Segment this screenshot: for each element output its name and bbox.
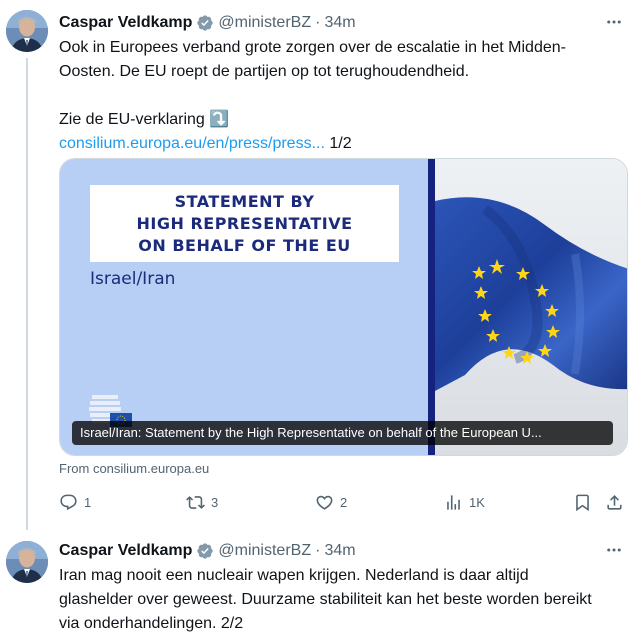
timestamp[interactable]: 34m — [324, 14, 355, 32]
reply-button[interactable]: 1 — [59, 493, 91, 512]
statement-title-box: STATEMENT BY HIGH REPRESENTATIVE ON BEHA… — [90, 185, 399, 262]
reply-icon — [59, 493, 78, 512]
press-link[interactable]: consilium.europa.eu/en/press/press... — [59, 135, 325, 152]
author-name[interactable]: Caspar Veldkamp — [59, 14, 192, 32]
views-chart-icon — [444, 493, 463, 512]
statement-subject: Israel/Iran — [90, 269, 176, 289]
heart-icon — [315, 493, 334, 512]
link-line: consilium.europa.eu/en/press/press... 1/… — [59, 132, 625, 156]
tweet-text-line: glashelder over geweest. Duurzame stabil… — [59, 591, 592, 608]
eu-flag-image — [435, 159, 627, 455]
author-handle[interactable]: @ministerBZ — [218, 542, 311, 560]
tweet-text-line: Iran mag nooit een nucleair wapen krijge… — [59, 567, 529, 584]
verified-badge-icon — [196, 14, 214, 32]
tweet-text: Iran mag nooit een nucleair wapen krijge… — [59, 564, 625, 636]
more-options-icon[interactable] — [604, 12, 624, 32]
tweet-text-line: Ook in Europees verband grote zorgen ove… — [59, 39, 566, 56]
more-options-icon[interactable] — [604, 540, 624, 560]
bookmark-button[interactable] — [573, 493, 592, 512]
cta-line: Zie de EU-verklaring ⤵️ — [59, 108, 625, 132]
repost-count: 3 — [211, 495, 219, 510]
card-caption: Israel/Iran: Statement by the High Repre… — [72, 421, 613, 445]
thread-counter: 1/2 — [329, 135, 352, 152]
thread-connector-line — [26, 58, 28, 530]
view-count: 1K — [469, 495, 485, 510]
separator-dot: · — [315, 542, 321, 559]
card-divider — [428, 159, 435, 455]
verified-badge-icon — [196, 542, 214, 560]
reply-count: 1 — [84, 495, 92, 510]
share-button[interactable] — [605, 493, 624, 512]
separator-dot: · — [315, 14, 321, 31]
tweet-text-line: Oosten. De EU roept de partijen op tot t… — [59, 63, 470, 80]
views-button[interactable]: 1K — [444, 493, 485, 512]
tweet-text: Ook in Europees verband grote zorgen ove… — [59, 36, 625, 156]
bookmark-icon — [573, 493, 592, 512]
like-button[interactable]: 2 — [315, 493, 347, 512]
card-statement-panel: STATEMENT BY HIGH REPRESENTATIVE ON BEHA… — [60, 159, 428, 455]
tweet-action-bar: 1 3 2 1K — [59, 493, 625, 515]
tweet-header: Caspar Veldkamp @ministerBZ · 34m — [59, 12, 356, 34]
card-source[interactable]: From consilium.europa.eu — [59, 461, 209, 476]
statement-line: HIGH REPRESENTATIVE — [136, 213, 353, 233]
share-icon — [605, 493, 624, 512]
like-count: 2 — [340, 495, 348, 510]
tweet-header: Caspar Veldkamp @ministerBZ · 34m — [59, 540, 356, 562]
author-name[interactable]: Caspar Veldkamp — [59, 542, 192, 560]
link-preview-card[interactable]: STATEMENT BY HIGH REPRESENTATIVE ON BEHA… — [59, 158, 628, 456]
cta-text: Zie de EU-verklaring — [59, 111, 205, 128]
statement-line: STATEMENT BY — [174, 191, 315, 211]
down-arrow-emoji: ⤵️ — [209, 111, 230, 128]
statement-line: ON BEHALF OF THE EU — [138, 235, 351, 255]
repost-icon — [186, 493, 205, 512]
tweet-text-line: via onderhandelingen. 2/2 — [59, 615, 244, 632]
repost-button[interactable]: 3 — [186, 493, 218, 512]
avatar[interactable] — [6, 541, 48, 583]
author-handle[interactable]: @ministerBZ — [218, 14, 311, 32]
timestamp[interactable]: 34m — [324, 542, 355, 560]
avatar[interactable] — [6, 10, 48, 52]
